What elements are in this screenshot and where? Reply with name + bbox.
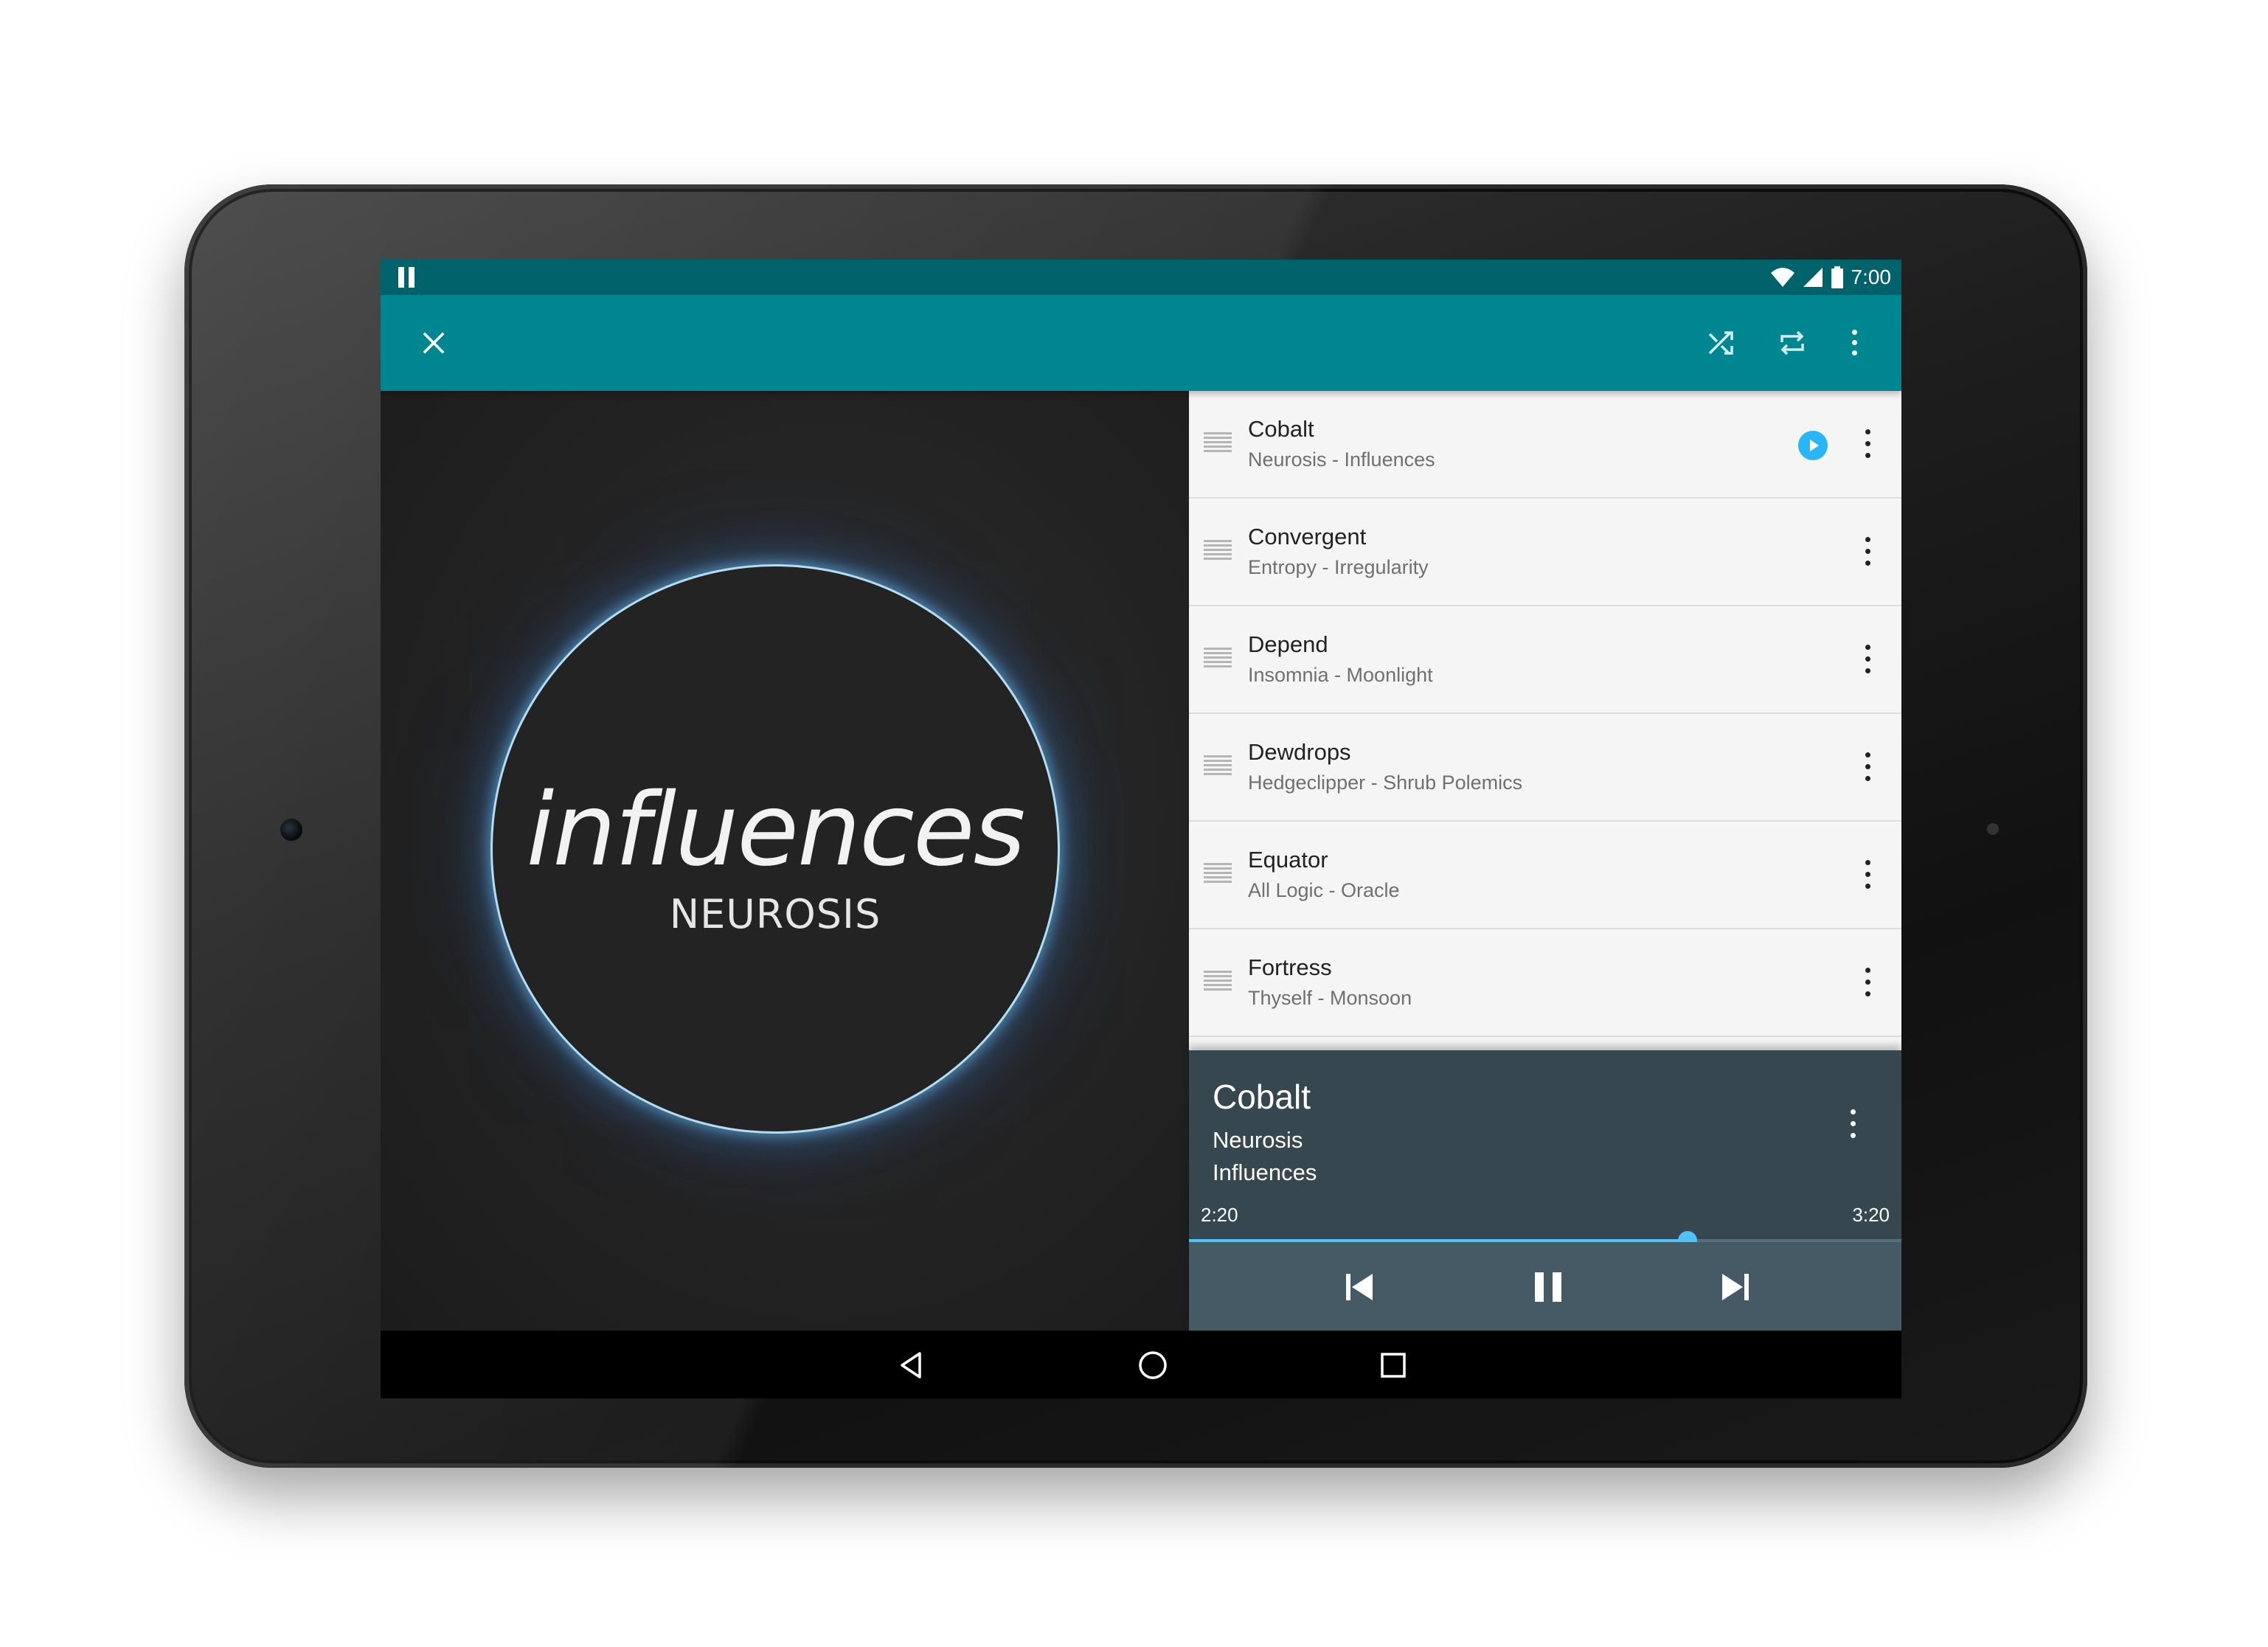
home-button[interactable]: [1127, 1339, 1179, 1391]
now-playing-indicator-icon: [1798, 431, 1828, 460]
pause-icon: [398, 267, 417, 288]
queue-item[interactable]: Equator All Logic - Oracle: [1189, 822, 1901, 929]
total-time: 3:20: [1852, 1204, 1890, 1226]
queue-item-title: Fortress: [1248, 954, 1332, 980]
queue-item[interactable]: Dewdrops Hedgeclipper - Shrub Polemics: [1189, 714, 1901, 822]
system-nav-bar: [381, 1331, 1901, 1398]
previous-button[interactable]: [1334, 1261, 1385, 1313]
front-camera: [280, 819, 302, 841]
now-playing-artist: Neurosis: [1213, 1127, 1303, 1153]
queue-item[interactable]: Fortress Thyself - Monsoon: [1189, 929, 1901, 1037]
queue-item-title: Cobalt: [1248, 416, 1314, 442]
now-playing-menu-button[interactable]: [1838, 1106, 1868, 1143]
recents-icon: [1381, 1353, 1406, 1378]
next-button[interactable]: [1710, 1261, 1761, 1313]
queue-item-subtitle: Neurosis - Influences: [1248, 448, 1435, 471]
queue-item-title: Equator: [1248, 847, 1328, 873]
pause-icon: [1535, 1272, 1561, 1302]
drag-handle-icon[interactable]: [1204, 432, 1232, 454]
drag-handle-icon[interactable]: [1204, 863, 1232, 885]
now-playing-album: Influences: [1213, 1159, 1317, 1185]
pause-button[interactable]: [1522, 1261, 1574, 1313]
queue-item-menu-button[interactable]: [1853, 857, 1882, 894]
album-art-title: influences: [526, 772, 1025, 889]
play-queue: Cobalt Neurosis - Influences Convergent …: [1189, 391, 1901, 1050]
drag-handle-icon[interactable]: [1204, 971, 1232, 993]
queue-item-menu-button[interactable]: [1853, 642, 1882, 679]
recents-button[interactable]: [1367, 1339, 1419, 1391]
album-art-artist: NEUROSIS: [669, 891, 881, 937]
home-icon: [1139, 1351, 1167, 1379]
shuffle-button[interactable]: [1698, 319, 1745, 367]
close-icon: [423, 332, 445, 354]
overflow-menu-button[interactable]: [1831, 319, 1878, 367]
elapsed-time: 2:20: [1201, 1204, 1238, 1226]
skip-previous-icon: [1346, 1274, 1373, 1300]
skip-next-icon: [1722, 1274, 1749, 1300]
status-bar: 7:00: [381, 260, 1901, 295]
queue-item[interactable]: Cobalt Neurosis - Influences: [1189, 391, 1901, 499]
queue-item[interactable]: Convergent Entropy - Irregularity: [1189, 499, 1901, 606]
status-time: 7:00: [1851, 266, 1892, 288]
queue-item-title: Dewdrops: [1248, 739, 1351, 765]
now-playing-title: Cobalt: [1213, 1078, 1311, 1116]
repeat-icon: [1780, 330, 1804, 356]
signal-icon: [1803, 268, 1823, 287]
back-icon: [901, 1352, 921, 1379]
shuffle-icon: [1708, 331, 1733, 355]
repeat-button[interactable]: [1769, 319, 1816, 367]
album-art: influences NEUROSIS: [493, 566, 1058, 1131]
playback-controls: [1189, 1242, 1901, 1331]
queue-item-subtitle: Insomnia - Moonlight: [1248, 664, 1433, 686]
drag-handle-icon[interactable]: [1204, 755, 1232, 777]
device-screen: 7:00 influences NEUROSIS Cobalt Neurosis…: [381, 260, 1901, 1398]
status-icons: 7:00: [1770, 260, 1892, 295]
queue-item[interactable]: Depend Insomnia - Moonlight: [1189, 606, 1901, 714]
queue-item-title: Depend: [1248, 631, 1328, 657]
battery-icon: [1831, 266, 1843, 288]
queue-item-subtitle: Thyself - Monsoon: [1248, 987, 1412, 1009]
close-button[interactable]: [410, 319, 457, 367]
album-art-pane: influences NEUROSIS: [381, 391, 1189, 1331]
back-button[interactable]: [887, 1339, 938, 1391]
more-vert-icon: [1847, 328, 1862, 358]
drag-handle-icon[interactable]: [1204, 540, 1232, 562]
wifi-icon: [1770, 268, 1794, 287]
queue-item-subtitle: Entropy - Irregularity: [1248, 556, 1429, 578]
queue-item-menu-button[interactable]: [1853, 534, 1882, 571]
queue-item-menu-button[interactable]: [1853, 426, 1882, 463]
drag-handle-icon[interactable]: [1204, 648, 1232, 670]
queue-item-title: Convergent: [1248, 524, 1367, 549]
queue-item-subtitle: All Logic - Oracle: [1248, 879, 1400, 901]
app-toolbar: [381, 295, 1901, 391]
queue-item-menu-button[interactable]: [1853, 749, 1882, 786]
queue-item-menu-button[interactable]: [1853, 965, 1882, 1002]
queue-item-subtitle: Hedgeclipper - Shrub Polemics: [1248, 772, 1523, 794]
light-sensor: [1987, 823, 1999, 835]
now-playing-panel: Cobalt Neurosis Influences 2:20 3:20: [1189, 1050, 1901, 1331]
